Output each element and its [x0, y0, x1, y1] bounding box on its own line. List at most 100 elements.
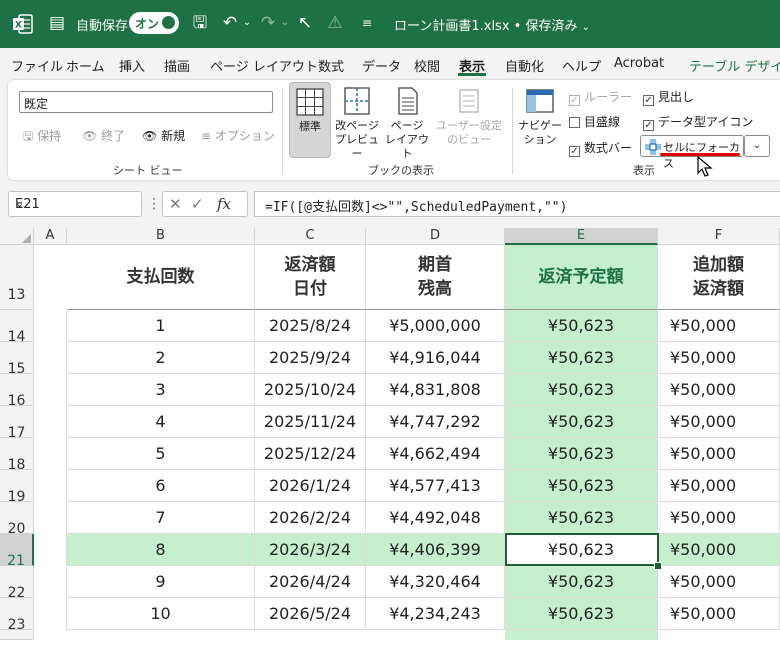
formula-input[interactable]: =IF([@支払回数]<>"",ScheduledPayment,""): [254, 191, 780, 217]
cell-payment-17[interactable]: ¥50,623: [505, 406, 658, 438]
row-header-13[interactable]: 13: [0, 245, 34, 310]
cell-no-20[interactable]: 7: [67, 502, 255, 534]
keep-button[interactable]: 🖫 保持: [23, 127, 61, 148]
cell-extra-15[interactable]: ¥50,000: [658, 342, 780, 374]
cell-a23[interactable]: [34, 598, 67, 630]
cancel-icon[interactable]: ✕: [169, 195, 182, 213]
tab-file[interactable]: ファイル: [11, 56, 63, 75]
cell-a18[interactable]: [34, 438, 67, 470]
tab-automate[interactable]: 自動化: [505, 56, 544, 75]
cell-extra-18[interactable]: ¥50,000: [658, 438, 780, 470]
headings-checkbox[interactable]: ✓ 見出し: [643, 88, 694, 106]
cell-a20[interactable]: [34, 502, 67, 534]
cell-a22[interactable]: [34, 566, 67, 598]
file-title[interactable]: ローン計画書1.xlsx • 保存済み ⌄: [394, 15, 590, 34]
cell-a17[interactable]: [34, 406, 67, 438]
cell-extra-19[interactable]: ¥50,000: [658, 470, 780, 502]
cell-payment-22[interactable]: ¥50,623: [505, 566, 658, 598]
row-header-18[interactable]: 18: [0, 438, 34, 473]
cell-balance-20[interactable]: ¥4,492,048: [366, 502, 505, 534]
cell-balance-16[interactable]: ¥4,831,808: [366, 374, 505, 406]
cell-date-17[interactable]: 2025/11/24: [255, 406, 366, 438]
cell-a15[interactable]: [34, 342, 67, 374]
name-box[interactable]: E21 ⌄: [8, 191, 142, 217]
save-icon[interactable]: 🖫: [189, 12, 211, 34]
row-header-20[interactable]: 20: [0, 502, 34, 537]
cell-balance-15[interactable]: ¥4,916,044: [366, 342, 505, 374]
page-layout-view-button[interactable]: ページ レイアウト: [384, 82, 430, 161]
cell-date-22[interactable]: 2026/4/24: [255, 566, 366, 598]
cell-balance-19[interactable]: ¥4,577,413: [366, 470, 505, 502]
cell-payment-23[interactable]: ¥50,623: [505, 598, 658, 630]
cell-date-15[interactable]: 2025/9/24: [255, 342, 366, 374]
cell-payment-20[interactable]: ¥50,623: [505, 502, 658, 534]
row-header-16[interactable]: 16: [0, 374, 34, 409]
more-options-icon[interactable]: ⋮: [147, 196, 161, 212]
new-view-button[interactable]: 👁 新規: [142, 127, 185, 144]
focus-cell-dropdown[interactable]: ⌄: [744, 135, 770, 157]
redo-dropdown-icon[interactable]: ⌄: [274, 12, 296, 34]
cell-extra-22[interactable]: ¥50,000: [658, 566, 780, 598]
cell-no-17[interactable]: 4: [67, 406, 255, 438]
column-header-b[interactable]: B: [67, 228, 255, 245]
cell-balance-17[interactable]: ¥4,747,292: [366, 406, 505, 438]
cell-balance-23[interactable]: ¥4,234,243: [366, 598, 505, 630]
customize-toolbar-icon[interactable]: ≡: [356, 12, 378, 34]
navigation-button[interactable]: ナビゲー ション: [517, 82, 563, 147]
cell-extra-21[interactable]: ¥50,000: [658, 534, 780, 566]
tab-draw[interactable]: 描画: [164, 56, 190, 75]
column-header-e[interactable]: E: [505, 228, 658, 245]
row-header-22[interactable]: 22: [0, 566, 34, 601]
tab-home[interactable]: ホーム: [66, 56, 105, 75]
column-header-a[interactable]: A: [34, 228, 67, 245]
sheet-view-select[interactable]: 既定 ⌄: [19, 91, 273, 113]
header-extra-payment[interactable]: 追加額 返済額: [658, 245, 780, 310]
cell-no-16[interactable]: 3: [67, 374, 255, 406]
cell-payment-19[interactable]: ¥50,623: [505, 470, 658, 502]
cell-extra-17[interactable]: ¥50,000: [658, 406, 780, 438]
cell-a19[interactable]: [34, 470, 67, 502]
cell-balance-21[interactable]: ¥4,406,399: [366, 534, 505, 566]
gridlines-checkbox[interactable]: 目盛線: [569, 113, 620, 130]
cell-date-23[interactable]: 2026/5/24: [255, 598, 366, 630]
ruler-checkbox[interactable]: ✓ ルーラー: [569, 88, 632, 106]
cell-a16[interactable]: [34, 374, 67, 406]
row-header-19[interactable]: 19: [0, 470, 34, 505]
undo-dropdown-icon[interactable]: ⌄: [236, 12, 258, 34]
cell-a13[interactable]: [34, 245, 67, 310]
tab-data[interactable]: データ: [362, 56, 401, 75]
cell-extra-14[interactable]: ¥50,000: [658, 310, 780, 342]
data-type-icons-checkbox[interactable]: ✓ データ型アイコン: [643, 113, 753, 131]
cell-partial-e[interactable]: [505, 630, 658, 640]
cell-date-16[interactable]: 2025/10/24: [255, 374, 366, 406]
enter-icon[interactable]: ✓: [191, 195, 204, 213]
cell-payment-18[interactable]: ¥50,623: [505, 438, 658, 470]
row-header-14[interactable]: 14: [0, 310, 34, 345]
cell-no-18[interactable]: 5: [67, 438, 255, 470]
cell-date-18[interactable]: 2025/12/24: [255, 438, 366, 470]
row-header-23[interactable]: 23: [0, 598, 34, 633]
cell-no-23[interactable]: 10: [67, 598, 255, 630]
row-header-partial[interactable]: [0, 630, 34, 640]
formula-bar-checkbox[interactable]: ✓ 数式バー: [569, 139, 632, 157]
row-header-15[interactable]: 15: [0, 342, 34, 377]
cell-extra-20[interactable]: ¥50,000: [658, 502, 780, 534]
cell-no-22[interactable]: 9: [67, 566, 255, 598]
cell-no-15[interactable]: 2: [67, 342, 255, 374]
page-break-preview-button[interactable]: 改ページ プレビュー: [334, 82, 380, 161]
tab-table-design[interactable]: テーブル デザイン: [689, 56, 780, 75]
header-scheduled-payment[interactable]: 返済予定額: [505, 245, 658, 310]
custom-views-button[interactable]: ユーザー設定 のビュー: [434, 82, 504, 147]
cell-no-14[interactable]: 1: [67, 310, 255, 342]
accessibility-icon[interactable]: ⚠: [324, 12, 346, 34]
macro-icon[interactable]: ▤: [46, 12, 68, 34]
header-payment-date[interactable]: 返済額 日付: [255, 245, 366, 310]
tab-acrobat[interactable]: Acrobat: [614, 56, 664, 71]
cell-date-14[interactable]: 2025/8/24: [255, 310, 366, 342]
column-header-c[interactable]: C: [255, 228, 366, 245]
cell-extra-16[interactable]: ¥50,000: [658, 374, 780, 406]
row-header-21[interactable]: 21: [0, 534, 34, 569]
cell-balance-14[interactable]: ¥5,000,000: [366, 310, 505, 342]
cell-a14[interactable]: [34, 310, 67, 342]
cell-payment-14[interactable]: ¥50,623: [505, 310, 658, 342]
